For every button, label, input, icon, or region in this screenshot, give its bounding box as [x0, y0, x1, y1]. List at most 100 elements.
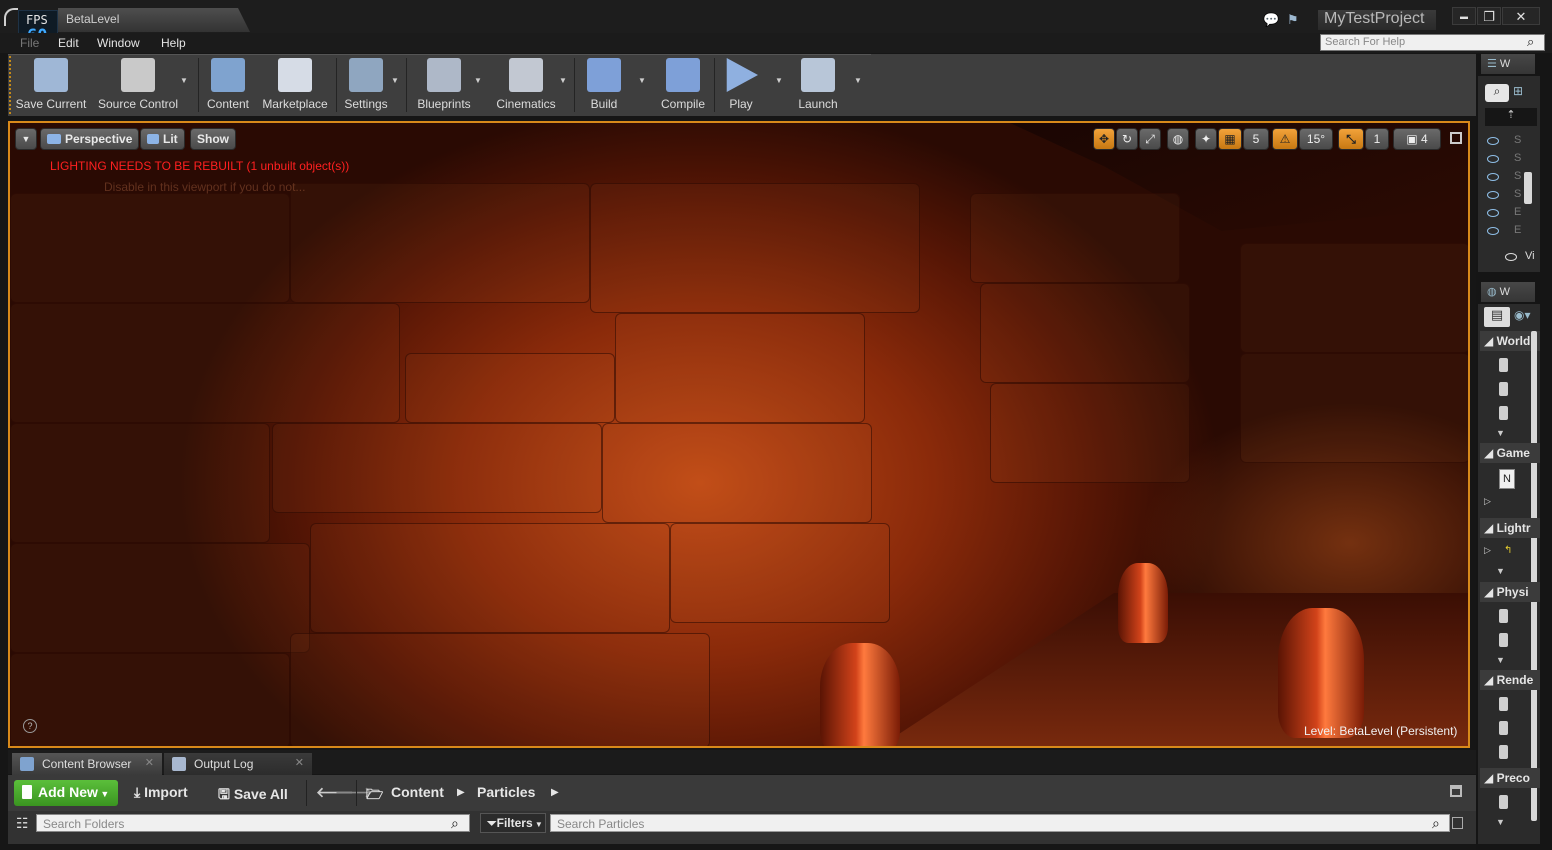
unreal-logo-icon[interactable] — [4, 8, 18, 26]
perspective-button[interactable]: Perspective — [40, 128, 140, 150]
category-precomputed[interactable]: ◢ Preco — [1480, 768, 1540, 788]
expand-advanced-icon[interactable]: ▼ — [1496, 566, 1505, 576]
compile-button[interactable]: Compile — [656, 56, 710, 114]
build-button[interactable]: Build — [580, 56, 628, 114]
marketplace-button[interactable]: Marketplace — [260, 56, 330, 114]
search-assets-input[interactable]: Search Particles — [550, 814, 1450, 832]
expand-advanced-icon[interactable]: ▼ — [1496, 428, 1505, 438]
world-space-icon[interactable]: ◍ — [1167, 128, 1189, 150]
blueprints-button[interactable]: Blueprints — [412, 56, 476, 114]
search-icon[interactable]: ⌕ — [451, 815, 459, 832]
save-current-button[interactable]: Save Current — [14, 56, 88, 114]
outliner-row[interactable]: S — [1514, 152, 1521, 164]
help-search-input[interactable]: Search For Help — [1320, 34, 1545, 51]
search-icon[interactable]: ⌕ — [1432, 815, 1440, 832]
expand-advanced-icon[interactable]: ▼ — [1496, 817, 1505, 827]
property-value[interactable] — [1499, 406, 1508, 420]
show-button[interactable]: Show — [190, 128, 236, 150]
grid-snap-icon[interactable]: ▦ — [1218, 128, 1242, 150]
import-button[interactable]: ⤓ Import — [134, 784, 188, 801]
blueprints-dropdown[interactable]: ▼ — [474, 76, 482, 85]
expand-advanced-icon[interactable]: ▼ — [1496, 655, 1505, 665]
category-lightmass[interactable]: ◢ Lightr — [1480, 518, 1540, 538]
category-game[interactable]: ◢ Game — [1480, 443, 1540, 463]
breadcrumb-content[interactable]: Content — [391, 784, 444, 800]
scale-snap-icon[interactable]: ⤡ — [1338, 128, 1364, 150]
outliner-search-icon[interactable]: ⌕ — [1485, 84, 1509, 102]
menu-file[interactable]: File — [20, 36, 39, 50]
property-value[interactable] — [1499, 745, 1508, 759]
vase-prop[interactable] — [1278, 608, 1364, 738]
scale-mode-icon[interactable]: ⤢ — [1139, 128, 1161, 150]
settings-button[interactable]: Settings — [340, 56, 392, 114]
cinematics-button[interactable]: Cinematics — [492, 56, 560, 114]
translate-mode-icon[interactable]: ✥ — [1093, 128, 1115, 150]
property-value[interactable] — [1499, 697, 1508, 711]
cinematics-dropdown[interactable]: ▼ — [559, 76, 567, 85]
close-tab-icon[interactable]: ✕ — [295, 756, 304, 769]
folder-icon[interactable]: 🗁 — [366, 784, 383, 808]
save-search-icon[interactable] — [1452, 817, 1463, 829]
outliner-header[interactable]: ⇡ — [1485, 108, 1537, 126]
world-outliner-tab[interactable]: ☰ W — [1481, 54, 1535, 74]
property-value[interactable] — [1499, 609, 1508, 623]
notifications-icon[interactable]: ⚑ — [1287, 12, 1303, 27]
visibility-eye-icon[interactable] — [1487, 137, 1499, 145]
category-rendering[interactable]: ◢ Rende — [1480, 670, 1540, 690]
minimize-button[interactable]: ▬ — [1452, 7, 1476, 25]
play-button[interactable]: Play — [718, 56, 764, 114]
sources-panel-toggle-icon[interactable]: ☷ — [16, 815, 29, 832]
grid-snap-value[interactable]: 5 — [1243, 128, 1269, 150]
details-view-options-icon[interactable]: ◉▾ — [1514, 308, 1540, 326]
play-dropdown[interactable]: ▼ — [775, 76, 783, 85]
lock-icon[interactable] — [1450, 785, 1462, 797]
restore-button[interactable]: ❐ — [1477, 7, 1501, 25]
expand-arrow-icon[interactable]: ▷ — [1484, 496, 1491, 507]
tab-content-browser[interactable]: Content Browser ✕ — [12, 753, 162, 775]
game-mode-dropdown[interactable]: N — [1499, 469, 1515, 489]
menu-window[interactable]: Window — [97, 36, 140, 50]
world-settings-tab[interactable]: ◍ W — [1481, 282, 1535, 302]
outliner-add-icon[interactable]: ⊞ — [1513, 84, 1535, 102]
level-tab[interactable]: BetaLevel — [58, 8, 250, 32]
help-icon[interactable]: ? — [23, 719, 37, 733]
property-value[interactable] — [1499, 382, 1508, 396]
settings-dropdown[interactable]: ▼ — [391, 76, 399, 85]
menu-edit[interactable]: Edit — [58, 36, 79, 50]
launch-button[interactable]: Launch — [792, 56, 844, 114]
reset-arrow-icon[interactable]: ↰ — [1504, 545, 1512, 556]
visibility-eye-icon[interactable] — [1487, 227, 1499, 235]
details-scrollbar[interactable] — [1531, 331, 1537, 821]
breadcrumb-separator-icon[interactable]: ▶ — [457, 787, 465, 798]
rotate-mode-icon[interactable]: ↻ — [1116, 128, 1138, 150]
outliner-row[interactable]: E — [1514, 206, 1521, 218]
camera-speed-button[interactable]: ▣ 4 — [1393, 128, 1441, 150]
maximize-viewport-icon[interactable] — [1450, 132, 1462, 144]
launch-dropdown[interactable]: ▼ — [854, 76, 862, 85]
surface-snap-icon[interactable]: ✦ — [1195, 128, 1217, 150]
expand-arrow-icon[interactable]: ▷ — [1484, 545, 1491, 556]
lit-button[interactable]: Lit — [140, 128, 185, 150]
outliner-scrollbar[interactable] — [1524, 172, 1532, 204]
visibility-eye-icon[interactable] — [1487, 191, 1499, 199]
vase-prop[interactable] — [1118, 563, 1168, 643]
search-icon[interactable]: ⌕ — [1527, 34, 1543, 50]
rotation-snap-icon[interactable]: ⚠ — [1272, 128, 1298, 150]
property-value[interactable] — [1499, 795, 1508, 809]
property-value[interactable] — [1499, 721, 1508, 735]
property-value[interactable] — [1499, 633, 1508, 647]
view-options-button[interactable]: Vi — [1505, 250, 1539, 264]
category-physics[interactable]: ◢ Physi — [1480, 582, 1540, 602]
source-control-dropdown[interactable]: ▼ — [180, 76, 188, 85]
save-all-button[interactable]: 🖫 Save All — [218, 784, 288, 808]
property-matrix-icon[interactable]: ▤ — [1484, 307, 1510, 327]
visibility-eye-icon[interactable] — [1487, 209, 1499, 217]
visibility-eye-icon[interactable] — [1487, 173, 1499, 181]
scale-snap-value[interactable]: 1 — [1365, 128, 1389, 150]
close-button[interactable]: ✕ — [1502, 7, 1540, 25]
property-value[interactable] — [1499, 358, 1508, 372]
source-control-button[interactable]: Source Control — [96, 56, 180, 114]
add-new-button[interactable]: Add New ▼ — [14, 780, 118, 806]
build-dropdown[interactable]: ▼ — [638, 76, 646, 85]
outliner-row[interactable]: E — [1514, 224, 1521, 236]
